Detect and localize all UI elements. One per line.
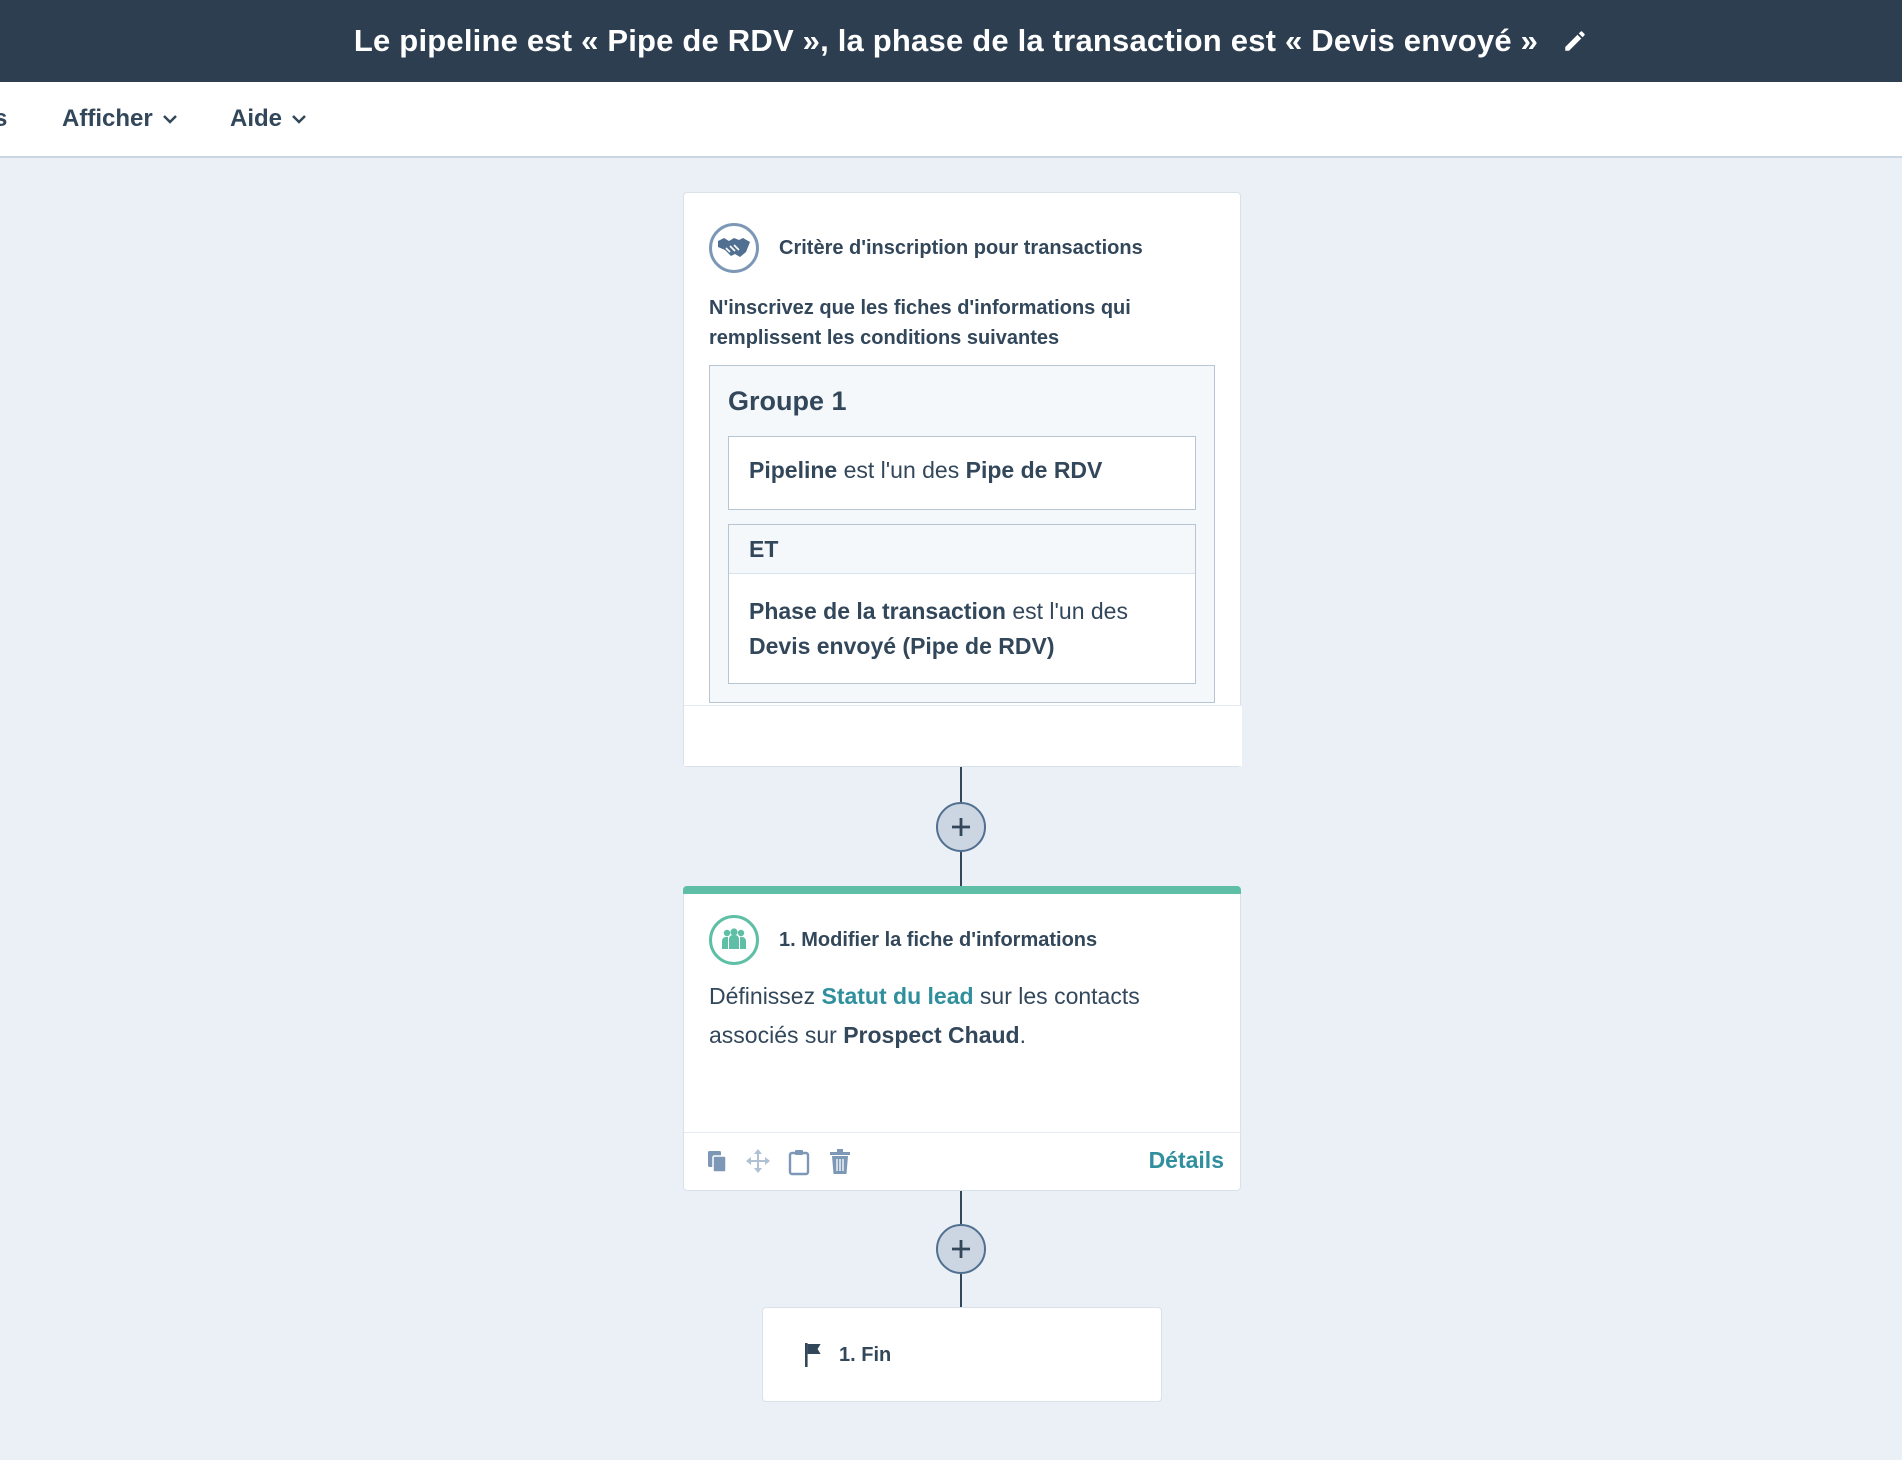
condition-group: Groupe 1 Pipeline est l'un des Pipe de R…	[709, 365, 1215, 703]
pencil-icon[interactable]	[1562, 28, 1588, 54]
people-icon	[709, 915, 759, 965]
action-value: Prospect Chaud	[843, 1022, 1020, 1048]
group-title: Groupe 1	[728, 386, 847, 416]
condition-deal-stage[interactable]: ET Phase de la transaction est l'un des …	[728, 524, 1196, 684]
menu-afficher[interactable]: Afficher	[62, 82, 179, 156]
action-text-after: .	[1019, 1022, 1026, 1048]
menu-afficher-label: Afficher	[62, 105, 153, 132]
condition-operator: est l'un des	[837, 457, 966, 483]
trigger-title: Critère d'inscription pour transactions	[779, 236, 1143, 259]
plus-icon	[952, 1240, 970, 1258]
end-card[interactable]: 1. Fin	[762, 1307, 1162, 1402]
clipboard-icon[interactable]	[785, 1147, 813, 1177]
copy-icon[interactable]	[704, 1147, 732, 1177]
add-action-button[interactable]	[936, 1224, 986, 1274]
end-label: 1. Fin	[839, 1344, 892, 1366]
connector-line	[960, 852, 962, 886]
condition-value: Pipe de RDV	[965, 457, 1103, 483]
connector-line	[960, 767, 962, 803]
move-icon[interactable]	[744, 1147, 772, 1177]
enrollment-trigger-card[interactable]: Critère d'inscription pour transactions …	[683, 192, 1242, 767]
flag-icon	[805, 1343, 821, 1367]
trash-icon[interactable]	[826, 1147, 854, 1177]
trigger-card-footer	[684, 705, 1242, 766]
condition-value: Devis envoyé (Pipe de RDV)	[749, 633, 1055, 659]
menu-bar: s Afficher Aide	[0, 82, 1902, 158]
menu-item-cut[interactable]: s	[0, 82, 7, 156]
chevron-down-icon	[162, 115, 177, 124]
chevron-down-icon	[292, 115, 306, 124]
connector-line	[960, 1191, 962, 1225]
handshake-icon	[709, 223, 759, 273]
action-title: 1. Modifier la fiche d'informations	[779, 928, 1098, 951]
action-accent-bar	[683, 886, 1241, 894]
header-bar: Le pipeline est « Pipe de RDV », la phas…	[0, 0, 1902, 82]
add-action-button[interactable]	[936, 802, 986, 852]
condition-property: Phase de la transaction	[749, 598, 1006, 624]
connector-line	[960, 1274, 962, 1307]
workflow-title[interactable]: Le pipeline est « Pipe de RDV », la phas…	[354, 23, 1538, 59]
condition-property: Pipeline	[749, 457, 838, 483]
trigger-description: N'inscrivez que les fiches d'information…	[709, 297, 1131, 349]
action-header: 1. Modifier la fiche d'informations	[709, 915, 1097, 965]
details-link[interactable]: Détails	[1149, 1147, 1224, 1174]
action-description: Définissez Statut du lead sur les contac…	[709, 977, 1179, 1055]
menu-aide-label: Aide	[230, 105, 283, 132]
plus-icon	[952, 818, 970, 836]
trigger-header: Critère d'inscription pour transactions	[709, 223, 1143, 273]
action-card-footer: Détails	[684, 1132, 1242, 1191]
lead-status-link[interactable]: Statut du lead	[821, 983, 973, 1009]
and-label: ET	[729, 525, 1195, 574]
action-card[interactable]: 1. Modifier la fiche d'informations Défi…	[683, 886, 1242, 1191]
action-text-before: Définissez	[709, 983, 822, 1009]
condition-operator: est l'un des	[1005, 598, 1128, 624]
menu-aide[interactable]: Aide	[230, 82, 308, 156]
condition-pipeline[interactable]: Pipeline est l'un des Pipe de RDV	[728, 436, 1196, 510]
